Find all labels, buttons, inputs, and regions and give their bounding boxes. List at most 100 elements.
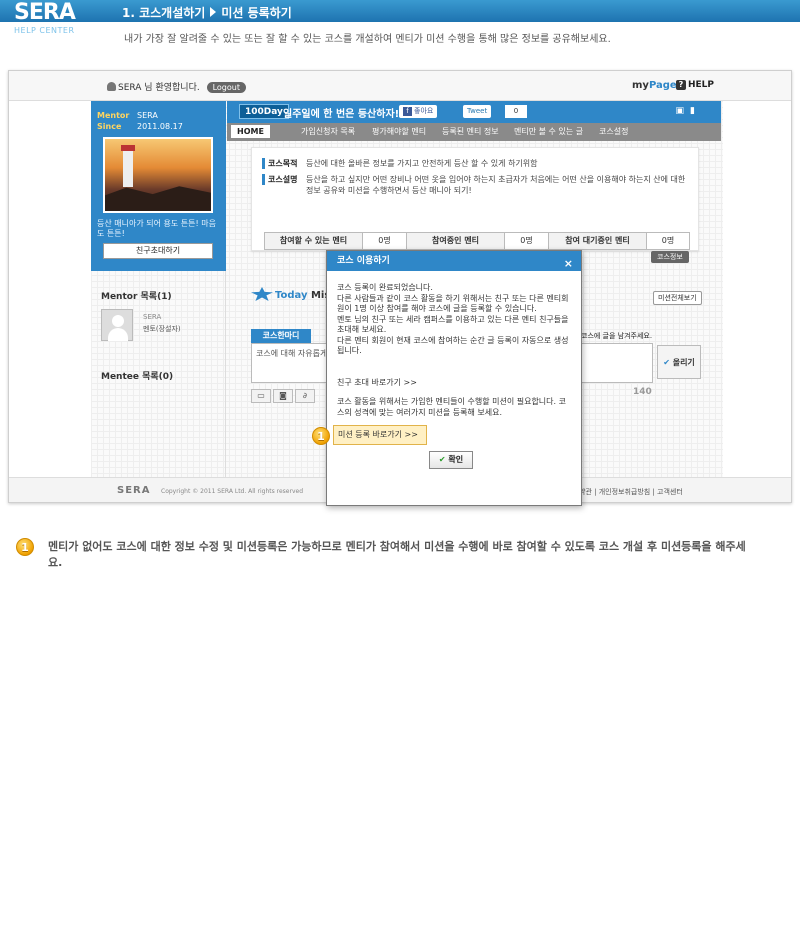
logout-button[interactable]: Logout [206, 82, 246, 93]
footer-logo: SERA [117, 485, 151, 496]
breadcrumb-step: 1. 코스개설하기 [122, 6, 206, 20]
comment-tab[interactable]: 코스한마디 [251, 329, 311, 343]
triangle-right-icon [210, 7, 217, 17]
help-label: HELP [688, 80, 715, 90]
avatar [101, 309, 133, 341]
mentor-item-role: 멘토(장설자) [143, 325, 181, 333]
like-label: 좋아요 [414, 107, 434, 115]
purpose-label: 코스목적 [262, 158, 306, 169]
mentor-row: Mentor SERA [97, 111, 158, 120]
modal-paragraph: 코스 등록이 완료되었습니다. [337, 283, 433, 292]
footer-links[interactable]: 약관 | 개인정보취급방침 | 고객센터 [579, 487, 683, 497]
help-link[interactable]: ? HELP [676, 80, 714, 90]
rock-silhouette [105, 186, 211, 211]
modal-title: 코스 이용하기 [337, 256, 390, 266]
profile-message: 등산 매니아가 되어 용도 튼튼! 마음도 튼튼! [97, 219, 216, 238]
modal-tip: 코스 활동을 위해서는 가입한 멘티들이 수행할 미션이 필요합니다. 코스의 … [337, 397, 566, 417]
tweet-count: 0 [505, 105, 527, 118]
modal-body: 코스 등록이 완료되었습니다. 다른 사람들과 같이 코스 활동을 하기 위해서… [337, 283, 573, 361]
course-photo [103, 137, 213, 213]
invite-friend-button[interactable]: 친구초대하기 [103, 243, 213, 259]
stat-label: 참여중인 멘티 [407, 233, 505, 249]
modal-header: 코스 이용하기 × [327, 251, 581, 271]
mentee-stats: 참여할 수 있는 멘티 0명 참여중인 멘티 0명 참여 대기중인 멘티 0명 [264, 232, 690, 250]
course-header: 100Day 일주일에 한 번은 등산하자! f 좋아요 Tweet 0 ▣▮ [227, 101, 721, 123]
comment-hint: 코스에 글을 남겨주세요. [581, 332, 653, 340]
user-icon [107, 82, 116, 91]
facebook-like-button[interactable]: f 좋아요 [399, 105, 438, 118]
since-row: Since 2011.08.17 [97, 122, 183, 131]
star-icon [251, 287, 273, 301]
facebook-icon: f [403, 107, 412, 116]
left-sidebar: Mentor SERA Since 2011.08.17 등산 매니아가 되어 용도… [91, 101, 226, 477]
stat-value: 0명 [505, 233, 549, 249]
lighthouse-image [121, 145, 135, 187]
today-prefix: Today [275, 290, 308, 301]
modal-paragraph: 멘토 님의 친구 또는 세라 캠퍼스를 이용하고 있는 다른 멘티 친구들을 초… [337, 314, 569, 335]
note-text: 멘티가 없어도 코스에 대한 정보 수정 및 미션등록은 가능하므로 멘티가 참… [48, 540, 746, 569]
tab-home[interactable]: HOME [231, 125, 270, 138]
help-title-bar [0, 0, 800, 22]
since-label: Since [97, 122, 122, 131]
mypage-link[interactable]: myPage [632, 80, 677, 91]
help-icon: ? [676, 80, 686, 90]
breadcrumb-current: 미션 등록하기 [221, 6, 292, 20]
today-mission-title: Today Miss [251, 287, 336, 301]
footer-copyright: Copyright © 2011 SERA Ltd. All rights re… [161, 488, 304, 495]
stat-label: 참여할 수 있는 멘티 [265, 233, 363, 249]
sera-logo: SERA HELP CENTER [14, 2, 90, 42]
stat-value: 0명 [661, 236, 675, 245]
register-mission-button[interactable]: 미션 등록 바로가기 >> [333, 425, 427, 445]
mentor-item-name: SERA [143, 313, 162, 321]
mentor-list-item[interactable]: SERA 멘토(장설자) [101, 309, 216, 343]
stat-label: 참여 대기중인 멘티 [549, 233, 647, 249]
tab-course-settings[interactable]: 코스설정 [599, 126, 628, 137]
video-icon[interactable]: ▭ [251, 389, 271, 403]
step-number-badge: 1 [312, 427, 330, 445]
post-button[interactable]: ✔ 올리기 [657, 345, 701, 379]
check-icon: ✔ [663, 358, 670, 367]
welcome-text: SERA 님 환영합니다. [118, 83, 200, 93]
modal-paragraph: 다른 사람들과 같이 코스 활동을 하기 위해서는 친구 또는 다른 멘티회원이… [337, 293, 569, 314]
stats-icon[interactable]: ▮ [690, 106, 701, 116]
since-date: 2011.08.17 [137, 122, 183, 131]
day-badge: 100Day [239, 104, 289, 119]
view-all-missions-button[interactable]: 미션전체보기 [653, 291, 702, 305]
course-purpose-row: 코스목적 등산에 대한 올바른 정보를 가지고 안전하게 등산 할 수 있게 하기… [262, 158, 686, 169]
tab-evaluate-mentee[interactable]: 평가해야할 멘티 [372, 126, 426, 137]
chat-icon[interactable]: ▣ [676, 106, 691, 116]
logo-subtitle: HELP CENTER [14, 26, 75, 35]
camera-icon[interactable]: ◙ [273, 389, 293, 403]
course-use-modal: 코스 이용하기 × 코스 등록이 완료되었습니다. 다른 사람들과 같이 코스 활… [326, 250, 582, 506]
tab-registered-mentee[interactable]: 등록된 멘티 정보 [442, 126, 499, 137]
breadcrumb: 1. 코스개설하기 미션 등록하기 [122, 4, 292, 21]
desc-text: 등산을 하고 싶지만 어떤 장비나 어떤 옷을 입어야 하는지 초급자가 처음에… [306, 175, 686, 195]
mentor-name: SERA [137, 111, 158, 120]
profile-card: Mentor SERA Since 2011.08.17 등산 매니아가 되어 용도… [91, 101, 226, 271]
confirm-button[interactable]: ✔ 확인 [429, 451, 473, 469]
tab-applicants[interactable]: 가입신청자 목록 [301, 126, 355, 137]
tab-mentee-only[interactable]: 멘티만 볼 수 있는 글 [514, 126, 583, 137]
page-description: 내가 가장 잘 알려줄 수 있는 또는 잘 할 수 있는 코스를 개설하여 멘티… [124, 34, 611, 45]
note-number-badge: 1 [16, 538, 34, 556]
confirm-label: 확인 [448, 455, 464, 464]
mypage-suffix: Page [648, 80, 677, 91]
top-nav: SERA 님 환영합니다. Logout myPage ? HELP [9, 71, 791, 101]
char-count: 140 [633, 387, 652, 397]
purpose-text: 등산에 대한 올바른 정보를 가지고 안전하게 등산 할 수 있게 하기위함 [306, 159, 538, 168]
close-icon[interactable]: × [564, 254, 573, 274]
tweet-button[interactable]: Tweet [463, 105, 492, 118]
course-tabs: HOME 가입신청자 목록 평가해야할 멘티 등록된 멘티 정보 멘티만 볼 수… [227, 123, 721, 141]
modal-paragraph: 다른 멘티 회원이 현재 코스에 참여하는 순간 글 등록이 자동으로 생성 됩… [337, 335, 569, 356]
mentor-label: Mentor [97, 111, 130, 120]
link-icon[interactable]: ∂ [295, 389, 315, 403]
mypage-prefix: my [632, 80, 649, 91]
course-desc-row: 코스설명 등산을 하고 싶지만 어떤 장비나 어떤 옷을 입어야 하는지 초급자가… [262, 174, 686, 196]
help-header: SERA HELP CENTER 1. 코스개설하기 미션 등록하기 내가 가장 … [0, 0, 800, 48]
welcome-area: SERA 님 환영합니다. Logout [107, 80, 246, 93]
check-icon: ✔ [438, 455, 446, 464]
course-title: 일주일에 한 번은 등산하자! [283, 109, 400, 120]
course-info-tag[interactable]: 코스정보 [651, 251, 689, 263]
post-label: 올리기 [672, 358, 695, 367]
invite-friend-link[interactable]: 친구 초대 바로가기 >> [337, 377, 417, 388]
